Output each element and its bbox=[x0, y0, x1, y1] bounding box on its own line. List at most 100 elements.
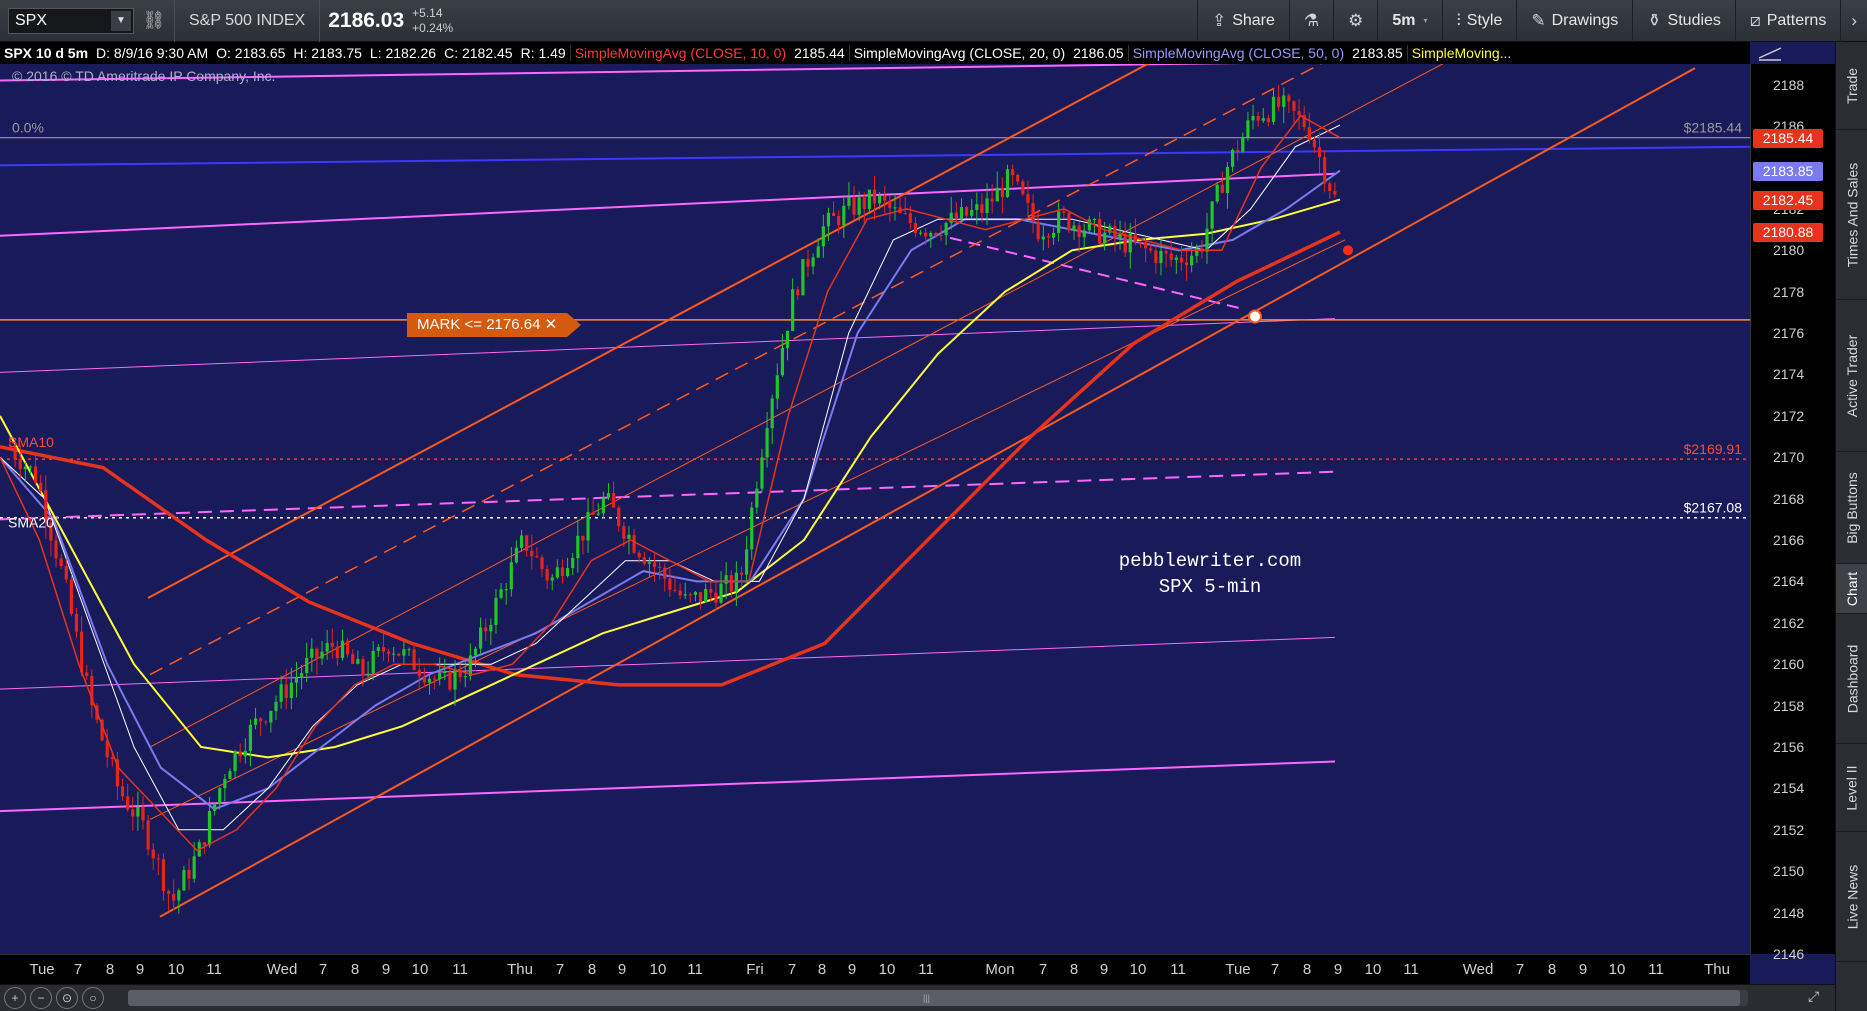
drawings-button[interactable]: ✎ Drawings bbox=[1516, 0, 1632, 42]
candle-body bbox=[658, 567, 662, 569]
blue-trendline bbox=[0, 145, 1751, 167]
mark-price-label[interactable]: MARK <= 2176.64 ✕ bbox=[407, 313, 581, 337]
bar-close: C: 2182.45 bbox=[444, 45, 513, 61]
price-tick: 2172 bbox=[1773, 407, 1805, 424]
share-button[interactable]: ⇪ Share bbox=[1196, 0, 1289, 42]
bottom-scrollbar: + − ⊙ ○ ||| ⤢ bbox=[0, 984, 1835, 1011]
candle-body bbox=[601, 497, 605, 514]
side-tab-times-and-sales[interactable]: Times And Sales bbox=[1836, 130, 1867, 300]
symbol-dropdown-icon[interactable]: ▼ bbox=[111, 10, 131, 31]
side-tab-level-ii[interactable]: Level II bbox=[1836, 744, 1867, 832]
candle-body bbox=[1241, 137, 1245, 152]
time-tick: 10 bbox=[1608, 961, 1626, 978]
side-tab-chart[interactable]: Chart bbox=[1836, 564, 1867, 614]
scroll-thumb[interactable] bbox=[128, 990, 1740, 1006]
side-tab-big-buttons[interactable]: Big Buttons bbox=[1836, 452, 1867, 564]
symbol-input[interactable]: SPX ▼ bbox=[8, 7, 134, 34]
bar-open: O: 2183.65 bbox=[216, 45, 286, 61]
candle-body bbox=[514, 547, 519, 563]
candle-body bbox=[1097, 218, 1102, 244]
flask-button[interactable]: ⚗ bbox=[1288, 0, 1333, 42]
candle-body bbox=[796, 289, 800, 296]
candle-body bbox=[1312, 139, 1317, 148]
side-tab-label: Active Trader bbox=[1844, 334, 1861, 417]
side-tab-strip: Trade Times And Sales Active Trader Big But… bbox=[1835, 42, 1867, 1011]
side-tab-dashboard[interactable]: Dashboard bbox=[1836, 614, 1867, 744]
price-change: +5.14 +0.24% bbox=[412, 6, 465, 36]
grip-icon: ||| bbox=[923, 993, 931, 1003]
price-badge: 2185.44 bbox=[1753, 128, 1823, 148]
time-axis[interactable]: Tue 7 8 9 10 11 Wed 7 8 9 10 11 Thu 7 8 9 10 11 Fri 7 8 9 10 11… bbox=[0, 954, 1750, 984]
studies-button[interactable]: ⚱ Studies bbox=[1632, 0, 1735, 42]
sma20-label[interactable]: SimpleMovingAvg (CLOSE, 20, 0) bbox=[848, 45, 1069, 61]
price-tick: 2156 bbox=[1773, 739, 1805, 756]
candle-body bbox=[750, 507, 754, 550]
candle-body bbox=[704, 589, 708, 602]
expand-icon[interactable]: ⤢ bbox=[1808, 988, 1830, 1008]
patterns-button[interactable]: ⧄ Patterns bbox=[1734, 0, 1840, 42]
zoom-reset-icon[interactable]: ⊙ bbox=[56, 987, 78, 1009]
candle-body bbox=[371, 651, 375, 674]
candle-body bbox=[944, 222, 948, 236]
zoom-in-icon[interactable]: + bbox=[4, 987, 26, 1009]
time-tick: 8 bbox=[1547, 961, 1557, 978]
candle-body bbox=[596, 513, 600, 515]
close-icon[interactable]: ✕ bbox=[545, 316, 558, 333]
candle-body bbox=[356, 658, 360, 664]
candle-body bbox=[1169, 253, 1173, 260]
zoom-out-icon[interactable]: − bbox=[30, 987, 52, 1009]
time-tick: 8 bbox=[350, 961, 360, 978]
candle-body bbox=[806, 259, 810, 267]
candle-body bbox=[1251, 116, 1255, 121]
level-2167-label: $2167.08 bbox=[1684, 500, 1743, 516]
candle-body bbox=[1036, 221, 1040, 240]
price-tick: 2168 bbox=[1773, 490, 1805, 507]
sma50-curve bbox=[0, 169, 1341, 811]
candle-body bbox=[182, 870, 186, 891]
sma20-tag: SMA20 bbox=[8, 515, 54, 531]
candle-body bbox=[990, 198, 994, 202]
scroll-track[interactable]: ||| bbox=[128, 990, 1748, 1006]
top-toolbar: SPX ▼ ⛓ S&P 500 INDEX 2186.03 +5.14 +0.2… bbox=[0, 0, 1867, 42]
candle-body bbox=[509, 562, 513, 590]
time-tick: 8 bbox=[105, 961, 115, 978]
link-icon[interactable]: ⛓ bbox=[134, 10, 174, 31]
magenta-mid-line bbox=[0, 318, 1336, 373]
candle-body bbox=[693, 592, 698, 595]
side-tab-label: Live News bbox=[1844, 864, 1860, 929]
candle-body bbox=[177, 890, 181, 901]
chart-area[interactable]: 0.0% $2185.44 $2169.91 $2167.08 SMA10 SMA20 bbox=[0, 42, 1835, 984]
candle-body bbox=[202, 842, 206, 846]
price-tick: 2150 bbox=[1773, 863, 1805, 880]
candle-body bbox=[760, 457, 764, 489]
candle-body bbox=[269, 711, 273, 723]
side-tab-label: Chart bbox=[1844, 571, 1861, 606]
candle-body bbox=[361, 658, 365, 676]
price-axis[interactable]: 2146 2148 2150 2152 2154 2156 2158 2160 2162 2164… bbox=[1750, 64, 1835, 962]
candle-body bbox=[156, 858, 160, 860]
more-button[interactable]: › bbox=[1840, 0, 1867, 42]
candle-body bbox=[228, 771, 232, 779]
pan-icon[interactable]: ○ bbox=[82, 987, 104, 1009]
candle-body bbox=[1067, 212, 1071, 231]
sma50-label[interactable]: SimpleMovingAvg (CLOSE, 50, 0) bbox=[1127, 45, 1348, 61]
style-button[interactable]: ⫶ Style bbox=[1441, 0, 1517, 42]
flask-icon: ⚗ bbox=[1303, 10, 1320, 30]
collapse-icon[interactable] bbox=[1755, 44, 1785, 62]
time-tick: Thu bbox=[507, 961, 533, 978]
side-tab-trade[interactable]: Trade bbox=[1836, 42, 1867, 130]
candle-body bbox=[422, 676, 426, 683]
settings-button[interactable]: ⚙ bbox=[1333, 0, 1377, 42]
candle-body bbox=[785, 330, 790, 348]
sma-more-label[interactable]: SimpleMoving... bbox=[1406, 45, 1516, 61]
sma10-label[interactable]: SimpleMovingAvg (CLOSE, 10, 0) bbox=[569, 45, 790, 61]
side-tab-live-news[interactable]: Live News bbox=[1836, 832, 1867, 962]
candle-body bbox=[1051, 232, 1056, 238]
interval-button[interactable]: 5m ▾ bbox=[1377, 0, 1441, 42]
candle-body bbox=[831, 212, 836, 216]
side-tab-active-trader[interactable]: Active Trader bbox=[1836, 300, 1867, 452]
price-chart[interactable]: 0.0% $2185.44 $2169.91 $2167.08 SMA10 SMA20 bbox=[0, 42, 1835, 984]
candle-body bbox=[146, 820, 150, 850]
channel-lower-line bbox=[159, 67, 1696, 918]
time-tick: 7 bbox=[318, 961, 328, 978]
